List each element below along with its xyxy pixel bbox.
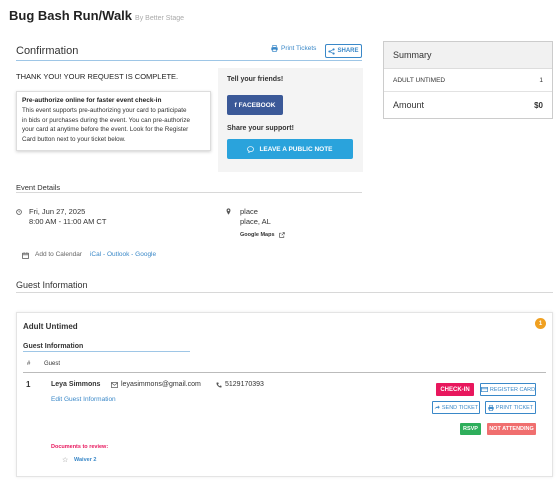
star-outline-icon: ☆: [62, 457, 69, 464]
printer-icon: [271, 45, 278, 52]
print-tickets-link[interactable]: Print Tickets: [271, 45, 316, 52]
guest-email-text: leyasimmons@gmail.com: [121, 381, 201, 388]
summary-item-label: ADULT UNTIMED: [393, 76, 446, 84]
print-ticket-label: PRINT TICKET: [495, 404, 534, 411]
print-tickets-label: Print Tickets: [281, 45, 317, 52]
facebook-icon: f: [234, 101, 237, 109]
guest-information-heading: Guest Information: [16, 280, 88, 290]
documents-label: Documents to review:: [51, 444, 109, 450]
google-maps-link[interactable]: Google Maps: [240, 232, 285, 238]
tell-friends-heading: Tell your friends!: [227, 76, 284, 83]
register-card-button[interactable]: REGISTER CARD: [480, 383, 536, 396]
add-to-calendar: Add to Calendar iCal - Outlook - Google: [35, 251, 156, 258]
waiver-link[interactable]: Waiver 2: [74, 457, 96, 463]
send-ticket-label: SEND TICKET: [441, 404, 479, 411]
summary-panel: Summary ADULT UNTIMED 1 Amount $0: [383, 41, 553, 119]
print-ticket-button[interactable]: PRINT TICKET: [485, 401, 536, 414]
guest-phone-text: 5129170393: [225, 381, 264, 388]
preauth-line: Card button next to your ticket below.: [22, 135, 126, 143]
calendar-icon: [22, 252, 29, 259]
comment-icon: [247, 145, 255, 153]
preauth-notice: Pre-authorize online for faster event ch…: [16, 91, 211, 151]
not-attending-button[interactable]: NOT ATTENDING: [487, 423, 536, 435]
ticket-count-badge: 1: [535, 318, 546, 329]
event-details-heading: Event Details: [16, 183, 61, 192]
printer-icon: [488, 404, 494, 411]
confirmation-message: THANK YOU! YOUR REQUEST IS COMPLETE.: [16, 72, 179, 81]
guest-row-number: 1: [26, 380, 31, 389]
column-header-number: #: [27, 361, 31, 367]
check-in-button[interactable]: CHECK-IN: [436, 383, 474, 396]
summary-item-row: ADULT UNTIMED 1: [384, 69, 552, 92]
confirmation-divider: [16, 60, 362, 61]
guest-phone: 5129170393: [216, 381, 264, 388]
confirmation-heading: Confirmation: [16, 45, 79, 57]
summary-amount-row: Amount $0: [384, 92, 552, 118]
send-arrow-icon: [434, 405, 440, 410]
preauth-line: in bids or purchases during the event. Y…: [22, 116, 191, 124]
share-label: SHARE: [337, 48, 359, 54]
ticket-name: Adult Untimed: [23, 322, 78, 331]
ical-link[interactable]: iCal: [90, 251, 101, 258]
organizer-byline: By Better Stage: [135, 15, 185, 22]
summary-amount-label: Amount: [393, 100, 425, 110]
event-title: Bug Bash Run/Walk: [9, 8, 133, 23]
page-title: Bug Bash Run/Walk By Better Stage: [9, 8, 184, 23]
share-button[interactable]: SHARE: [325, 44, 362, 58]
rsvp-button[interactable]: RSVP: [460, 423, 481, 435]
guest-info-subdivider: [23, 351, 190, 352]
add-to-calendar-label: Add to Calendar: [35, 251, 82, 258]
preauth-title: Pre-authorize online for faster event ch…: [22, 97, 162, 104]
guest-info-subheading: Guest Information: [23, 343, 84, 350]
guest-information-divider: [16, 292, 553, 293]
venue-city: place, AL: [240, 217, 271, 226]
share-icon: [328, 47, 336, 55]
event-time: 8:00 AM - 11:00 AM CT: [29, 217, 107, 226]
map-marker-icon: [226, 208, 231, 215]
facebook-share-button[interactable]: f FACEBOOK: [227, 95, 283, 115]
event-date: Fri, Jun 27, 2025: [29, 207, 86, 216]
phone-icon: [216, 381, 222, 388]
send-ticket-button[interactable]: SEND TICKET: [432, 401, 480, 414]
leave-public-note-button[interactable]: LEAVE A PUBLIC NOTE: [227, 139, 353, 159]
venue-name: place: [240, 207, 258, 216]
guest-name: Leya Simmons: [51, 381, 101, 388]
clock-icon: [16, 209, 22, 215]
event-details-divider: [16, 192, 362, 193]
guest-email: leyasimmons@gmail.com: [111, 381, 201, 388]
register-card-label: REGISTER CARD: [489, 386, 536, 393]
summary-amount-value: $0: [534, 100, 543, 110]
google-calendar-link[interactable]: Google: [135, 251, 156, 258]
public-note-label: LEAVE A PUBLIC NOTE: [259, 145, 333, 153]
envelope-icon: [111, 381, 118, 388]
share-support-heading: Share your support!: [227, 125, 294, 132]
outlook-link[interactable]: Outlook: [107, 251, 129, 258]
preauth-line: This event supports pre-authorizing your…: [22, 107, 187, 114]
summary-heading: Summary: [384, 42, 552, 69]
google-maps-label: Google Maps: [240, 232, 275, 238]
table-header-divider: [23, 372, 546, 373]
preauth-line: your card at anytime before the event. L…: [22, 126, 189, 133]
edit-guest-link[interactable]: Edit Guest Information: [51, 396, 116, 403]
facebook-label: FACEBOOK: [238, 101, 276, 109]
credit-card-icon: [480, 387, 488, 392]
summary-item-qty: 1: [539, 76, 543, 84]
column-header-guest: Guest: [44, 361, 61, 367]
external-link-icon: [278, 232, 285, 238]
